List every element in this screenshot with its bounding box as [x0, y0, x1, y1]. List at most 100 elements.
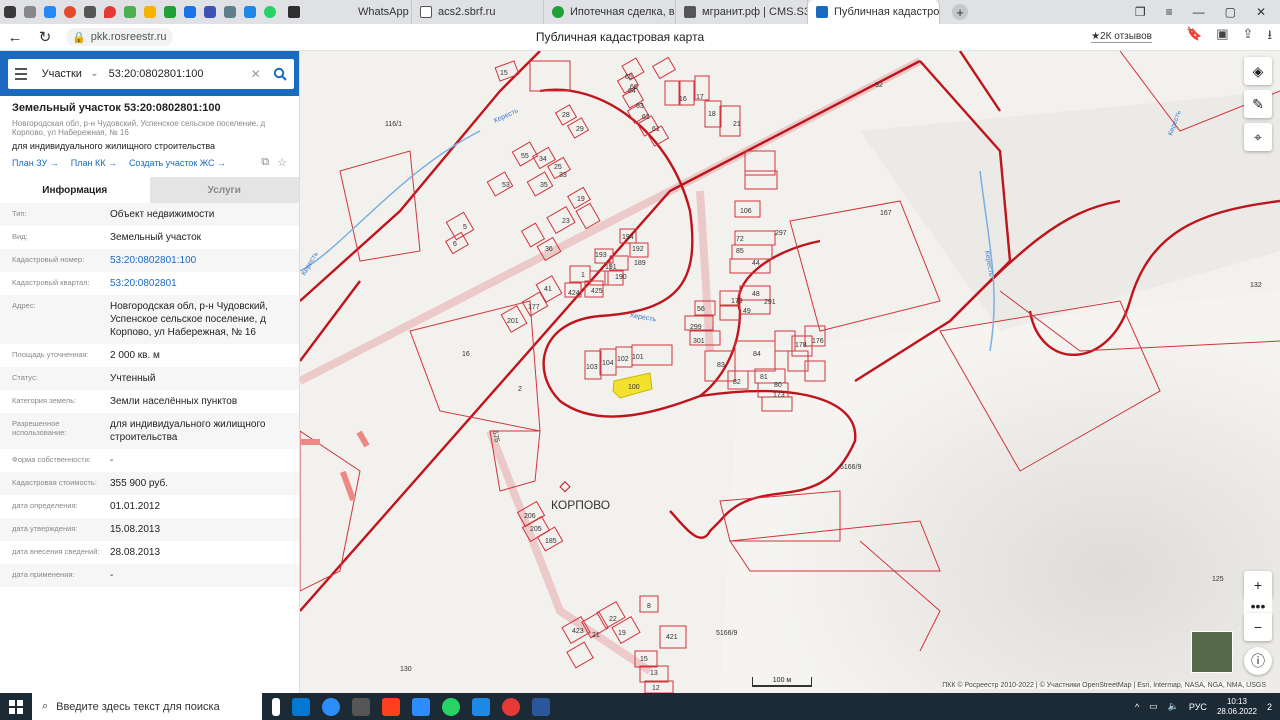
parcel-label: 190: [615, 274, 627, 281]
star-icon[interactable]: ☆: [277, 156, 287, 169]
pinned-tab-chart[interactable]: [180, 0, 200, 24]
network-icon[interactable]: ▭: [1149, 701, 1158, 712]
restore-icon[interactable]: ▢: [1225, 5, 1236, 19]
new-tab-button[interactable]: +: [952, 4, 968, 20]
pinned-tab-files[interactable]: [20, 0, 40, 24]
plan-zu-link[interactable]: План ЗУ →: [12, 158, 59, 168]
copy-icon[interactable]: ⧉: [261, 156, 269, 169]
parcel-label: 22: [609, 616, 617, 623]
pinned-tab-blue[interactable]: [200, 0, 220, 24]
parcel-label: 16: [679, 96, 687, 103]
object-title: Земельный участок 53:20:0802801:100: [12, 102, 221, 114]
whatsapp-icon[interactable]: [442, 697, 460, 716]
minimize-icon[interactable]: —: [1193, 5, 1205, 19]
chevron-up-icon[interactable]: ^: [1135, 702, 1139, 712]
parcel-label: 72: [736, 236, 744, 243]
measure-button[interactable]: ✎: [1244, 90, 1272, 118]
url-field[interactable]: 🔒 pkk.rosreestr.ru: [66, 28, 173, 46]
tab-information[interactable]: Информация: [0, 177, 150, 203]
layers-button[interactable]: ◈: [1244, 57, 1272, 85]
browser-tab[interactable]: WhatsApp: [280, 0, 412, 24]
parcel-label: 55: [521, 153, 529, 160]
pinned-tab-house[interactable]: [140, 0, 160, 24]
parcel-label: 100: [628, 384, 640, 391]
parcel-label: 82: [733, 379, 741, 386]
word-icon[interactable]: [532, 697, 550, 716]
yandex-icon[interactable]: [382, 697, 400, 716]
parcel-label: 191: [605, 264, 617, 271]
clock[interactable]: 10:13 28.06.2022: [1217, 697, 1257, 717]
info-row: Кадастровый номер: 53:20:0802801:100: [0, 249, 299, 272]
language-indicator[interactable]: РУС: [1189, 702, 1207, 712]
back-icon[interactable]: ←: [0, 29, 30, 46]
zoom-out-button[interactable]: −: [1244, 613, 1272, 641]
parcel-label: 125: [1212, 576, 1224, 583]
browser-tab-active[interactable]: Публичная кадастрова ✕: [808, 0, 940, 24]
clear-icon[interactable]: ✕: [251, 67, 267, 81]
info-table: Тип: Объект недвижимости Вид: Земельный уча…: [0, 203, 299, 587]
reviews-link[interactable]: ★2К отзывов: [1091, 31, 1152, 43]
info-row-key: дата внесения сведений:: [12, 547, 100, 556]
tab-manager-icon[interactable]: ❐: [1135, 5, 1146, 19]
pinned-tab-green[interactable]: [160, 0, 180, 24]
bookmark-icon[interactable]: 🔖: [1186, 26, 1202, 48]
plan-kk-link[interactable]: План КК →: [71, 158, 117, 168]
video-app-icon[interactable]: [412, 697, 430, 716]
share-icon[interactable]: ⇪: [1243, 26, 1254, 48]
info-row-key: Площадь уточненная:: [12, 350, 89, 359]
close-window-icon[interactable]: ✕: [1256, 5, 1266, 19]
pinned-tab-apps[interactable]: [120, 0, 140, 24]
info-row: Категория земель: Земли населённых пункто…: [0, 390, 299, 413]
pinned-tab-home[interactable]: [0, 0, 20, 24]
info-row-value: -: [110, 455, 114, 466]
reload-icon[interactable]: ↻: [30, 28, 60, 46]
info-row-value: 01.01.2012: [110, 501, 161, 512]
info-row-link[interactable]: 53:20:0802801: [110, 277, 287, 290]
pinned-tab-vk[interactable]: [40, 0, 60, 24]
info-row: Статус: Учтенный: [0, 367, 299, 390]
info-row-key: Адрес:: [12, 301, 36, 310]
pinned-tab-maps[interactable]: [100, 0, 120, 24]
parcel-label: 29: [576, 126, 584, 133]
locate-button[interactable]: ⌖: [1244, 123, 1272, 151]
volume-icon[interactable]: 🔈: [1168, 701, 1179, 712]
map-canvas[interactable]: 15 116/1 28 29 55 34 25 33 53 35 19 23 5…: [300, 51, 1280, 693]
zoom-app-icon[interactable]: [292, 697, 310, 716]
opera-icon[interactable]: [502, 697, 520, 716]
parcel-label: 21: [733, 121, 741, 128]
layers-icon: ◈: [1252, 62, 1264, 79]
notifications-badge[interactable]: 2: [1267, 702, 1272, 712]
image-icon[interactable]: ▣: [1216, 26, 1228, 48]
search-button[interactable]: [266, 59, 294, 89]
search-input[interactable]: [100, 67, 251, 80]
menu-icon[interactable]: ≡: [1166, 5, 1173, 19]
pinned-tab-arrow[interactable]: [240, 0, 260, 24]
tab-services[interactable]: Услуги: [149, 177, 299, 203]
parcel-label: 66: [630, 84, 638, 91]
search-type-select[interactable]: Участки ⌄: [34, 68, 101, 80]
start-button[interactable]: [0, 699, 32, 714]
cadastral-map[interactable]: 15 116/1 28 29 55 34 25 33 53 35 19 23 5…: [300, 51, 1280, 693]
taskbar-search[interactable]: ⌕ Введите здесь текст для поиска: [32, 693, 262, 720]
parcel-label: 299: [690, 324, 702, 331]
pinned-tab-cloud[interactable]: [220, 0, 240, 24]
parcel-label: 201: [507, 318, 519, 325]
pinned-tab-whatsapp[interactable]: [260, 0, 280, 24]
telegram-icon[interactable]: [472, 697, 490, 716]
basemap-switcher[interactable]: [1191, 631, 1233, 673]
parcel-label: 189: [634, 260, 646, 267]
download-icon[interactable]: ⭳: [1267, 26, 1272, 48]
pinned-tab-grid[interactable]: [80, 0, 100, 24]
parcel-label: 34: [539, 156, 547, 163]
menu-hamburger-icon[interactable]: [8, 67, 34, 80]
yandex-browser-icon[interactable]: [352, 697, 370, 716]
pinned-tab-mail[interactable]: [60, 0, 80, 24]
browser-tab[interactable]: acs2.sbrf.ru: [412, 0, 544, 24]
browser-tab[interactable]: Ипотечная сделка, войти: [544, 0, 676, 24]
edge-icon[interactable]: [322, 697, 340, 716]
create-parcel-link[interactable]: Создать участок ЖС →: [129, 158, 226, 168]
task-view-icon[interactable]: [272, 697, 280, 716]
info-button[interactable]: ⓘ: [1244, 647, 1272, 675]
info-row-link[interactable]: 53:20:0802801:100: [110, 254, 287, 267]
browser-tab[interactable]: мгранит.рф | CMS.S3: [676, 0, 808, 24]
